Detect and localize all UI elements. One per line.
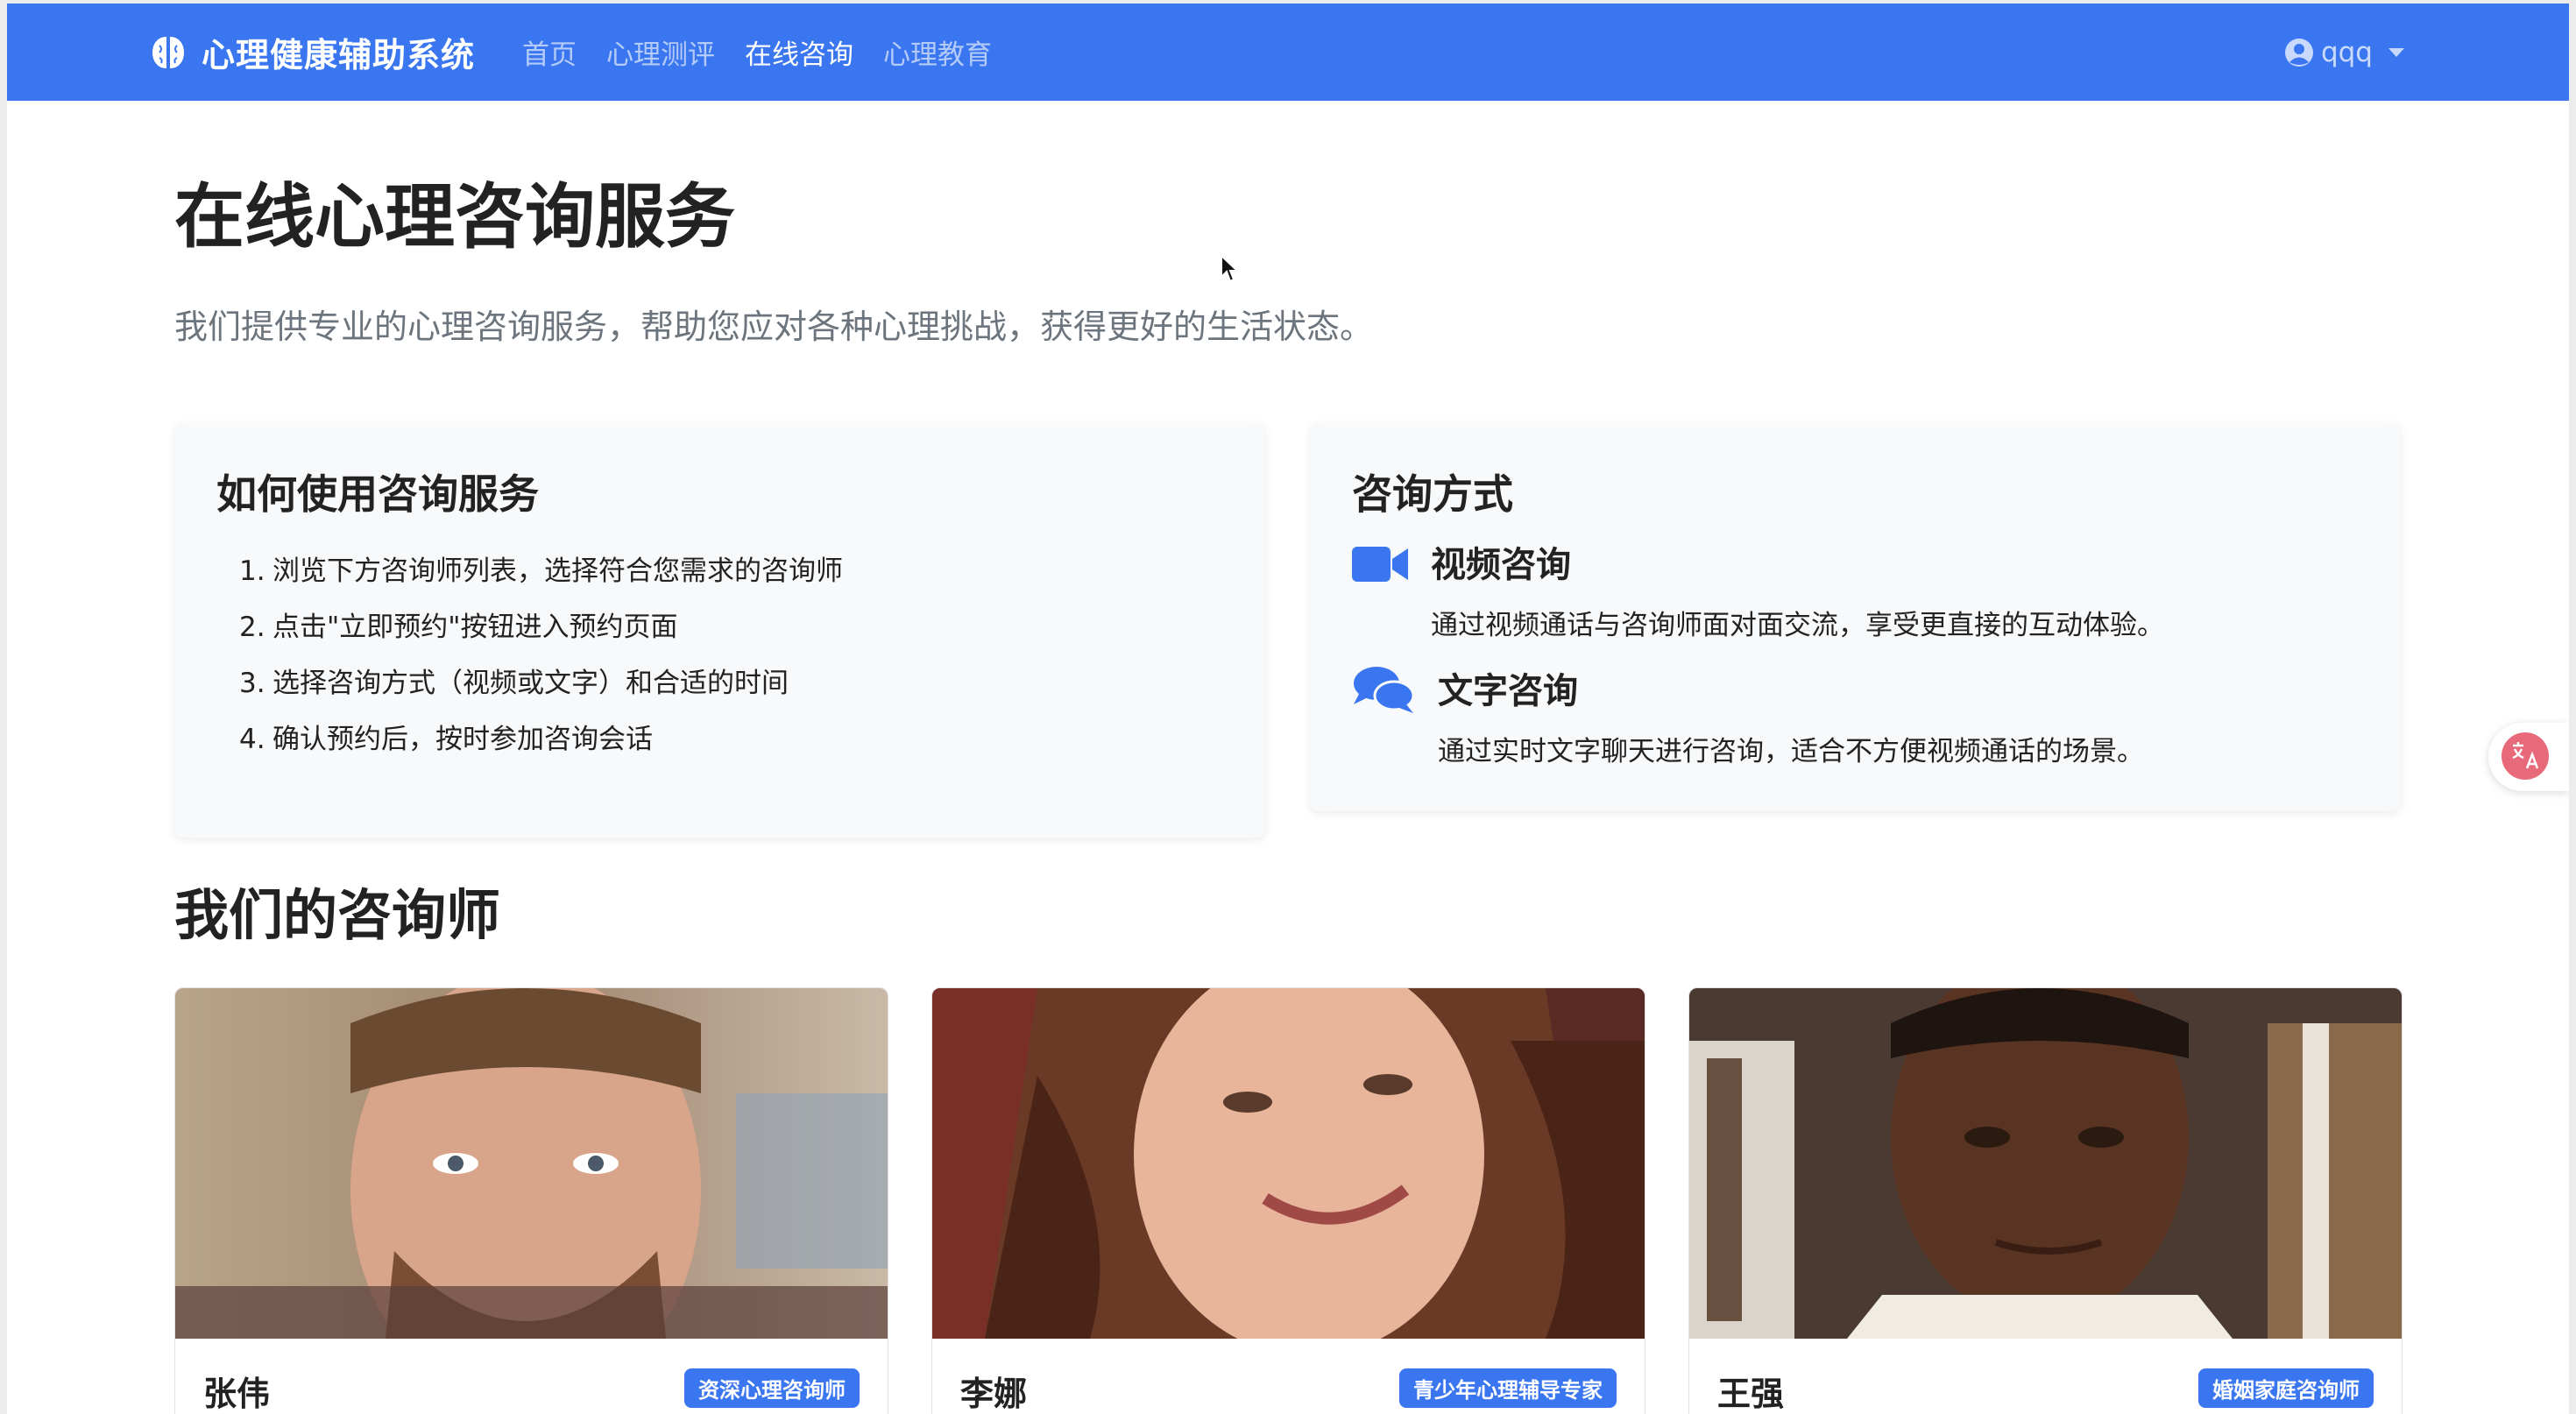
how-to-steps: 1. 浏览下方咨询师列表，选择符合您需求的咨询师 2. 点击"立即预约"按钮进入预约… <box>216 543 843 767</box>
how-to-title: 如何使用咨询服务 <box>216 470 539 518</box>
user-dropdown[interactable]: qqq <box>2284 4 2404 101</box>
nav-link-assessment[interactable]: 心理测评 <box>606 32 715 72</box>
counselor-photo <box>175 988 888 1339</box>
brand-name: 心理健康辅助系统 <box>202 36 476 74</box>
counselor-card[interactable]: 李娜 青少年心理辅导专家 <box>931 987 1645 1414</box>
nav-link-home[interactable]: 首页 <box>522 32 577 72</box>
counselor-photo <box>1689 988 2402 1339</box>
page-lead: 我们提供专业的心理咨询服务，帮助您应对各种心理挑战，获得更好的生活状态。 <box>174 308 1374 346</box>
translate-icon <box>2502 732 2549 780</box>
video-camera-icon <box>1352 547 1408 582</box>
method-title: 视频咨询 <box>1431 545 1571 585</box>
counselor-card[interactable]: 王强 婚姻家庭咨询师 <box>1688 987 2403 1414</box>
consultation-methods-panel: 咨询方式 视频咨询 通过视频通话与咨询师面对面交流，享受更直接的互动体验。 文字… <box>1310 422 2401 811</box>
counselors-section-title: 我们的咨询师 <box>174 883 501 947</box>
counselor-title-badge: 青少年心理辅导专家 <box>1399 1368 1617 1408</box>
counselor-title-badge: 婚姻家庭咨询师 <box>2198 1368 2374 1408</box>
nav-link-online-consultation[interactable]: 在线咨询 <box>745 32 853 72</box>
counselor-title-badge: 资深心理咨询师 <box>684 1368 860 1408</box>
translate-extension-button[interactable] <box>2488 723 2569 791</box>
counselor-name: 李娜 <box>960 1375 1028 1413</box>
counselor-name: 王强 <box>1717 1375 1785 1413</box>
counselor-card[interactable]: 张伟 资深心理咨询师 <box>174 987 888 1414</box>
brand-logo[interactable]: 心理健康辅助系统 <box>149 4 475 101</box>
counselor-photo <box>932 988 1645 1339</box>
method-description: 通过视频通话与咨询师面对面交流，享受更直接的互动体验。 <box>1431 610 2164 641</box>
step-item: 4. 确认预约后，按时参加咨询会话 <box>239 724 653 755</box>
step-item: 1. 浏览下方咨询师列表，选择符合您需求的咨询师 <box>239 555 843 587</box>
chat-bubbles-icon <box>1354 667 1415 713</box>
method-description: 通过实时文字聊天进行咨询，适合不方便视频通话的场景。 <box>1438 736 2144 767</box>
chevron-down-icon <box>2388 47 2404 57</box>
top-navbar: 心理健康辅助系统 首页 心理测评 在线咨询 心理教育 qqq <box>7 4 2569 101</box>
methods-title: 咨询方式 <box>1352 470 1513 518</box>
browser-page: 心理健康辅助系统 首页 心理测评 在线咨询 心理教育 qqq 在线心理咨询服务 … <box>7 4 2569 1414</box>
mouse-cursor-icon <box>1221 254 1239 283</box>
page-title: 在线心理咨询服务 <box>174 176 735 258</box>
nav-links: 首页 心理测评 在线咨询 心理教育 <box>522 4 992 101</box>
user-circle-icon <box>2284 38 2313 67</box>
brain-icon <box>152 36 184 68</box>
username: qqq <box>2320 36 2373 68</box>
counselor-name: 张伟 <box>203 1375 271 1413</box>
step-item: 3. 选择咨询方式（视频或文字）和合适的时间 <box>239 668 789 699</box>
method-title: 文字咨询 <box>1438 671 1578 711</box>
how-to-panel: 如何使用咨询服务 1. 浏览下方咨询师列表，选择符合您需求的咨询师 2. 点击"立即… <box>174 422 1265 838</box>
step-item: 2. 点击"立即预约"按钮进入预约页面 <box>239 612 678 643</box>
nav-link-education[interactable]: 心理教育 <box>883 32 992 72</box>
